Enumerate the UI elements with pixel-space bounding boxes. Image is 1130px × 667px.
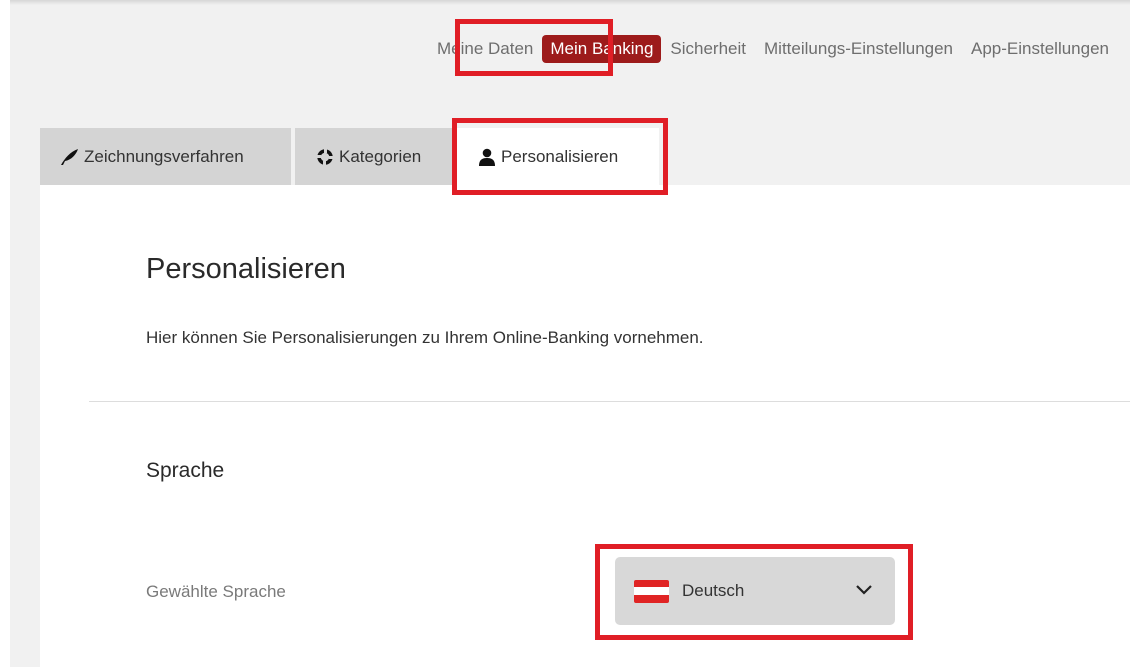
page-description: Hier können Sie Personalisierungen zu Ih… xyxy=(146,328,704,347)
left-margin xyxy=(0,0,10,667)
tab-personalisieren[interactable]: Personalisieren xyxy=(454,128,659,185)
page: Meine Daten Mein Banking Sicherheit Mitt… xyxy=(0,0,1130,667)
nav-app-einstellungen[interactable]: App-Einstellungen xyxy=(962,35,1118,63)
content-panel: Personalisieren Hier können Sie Personal… xyxy=(40,185,1130,667)
section-divider xyxy=(89,401,1130,402)
nav-meine-daten[interactable]: Meine Daten xyxy=(428,35,542,63)
tab-label: Kategorien xyxy=(339,146,422,166)
language-label: Gewählte Sprache xyxy=(146,582,286,601)
tab-bar: Zeichnungsverfahren Kategorien Personali… xyxy=(40,128,659,185)
page-title: Personalisieren xyxy=(146,253,346,285)
user-icon xyxy=(478,148,496,166)
language-select-value: Deutsch xyxy=(682,581,745,600)
top-navigation: Meine Daten Mein Banking Sicherheit Mitt… xyxy=(428,35,1118,63)
section-title-sprache: Sprache xyxy=(146,459,225,482)
tab-zeichnungsverfahren[interactable]: Zeichnungsverfahren xyxy=(40,128,291,185)
feather-icon xyxy=(59,148,79,166)
austria-flag-icon xyxy=(634,579,669,603)
nav-mitteilungs-einstellungen[interactable]: Mitteilungs-Einstellungen xyxy=(755,35,962,63)
cycle-icon xyxy=(316,147,334,166)
tab-label: Zeichnungsverfahren xyxy=(84,146,244,166)
language-select[interactable]: Deutsch xyxy=(615,557,895,625)
top-shadow-line xyxy=(0,0,1130,5)
tab-label: Personalisieren xyxy=(501,146,619,166)
nav-sicherheit[interactable]: Sicherheit xyxy=(661,35,755,63)
nav-mein-banking[interactable]: Mein Banking xyxy=(542,35,662,63)
chevron-down-icon xyxy=(855,583,873,601)
tab-kategorien[interactable]: Kategorien xyxy=(295,128,454,185)
